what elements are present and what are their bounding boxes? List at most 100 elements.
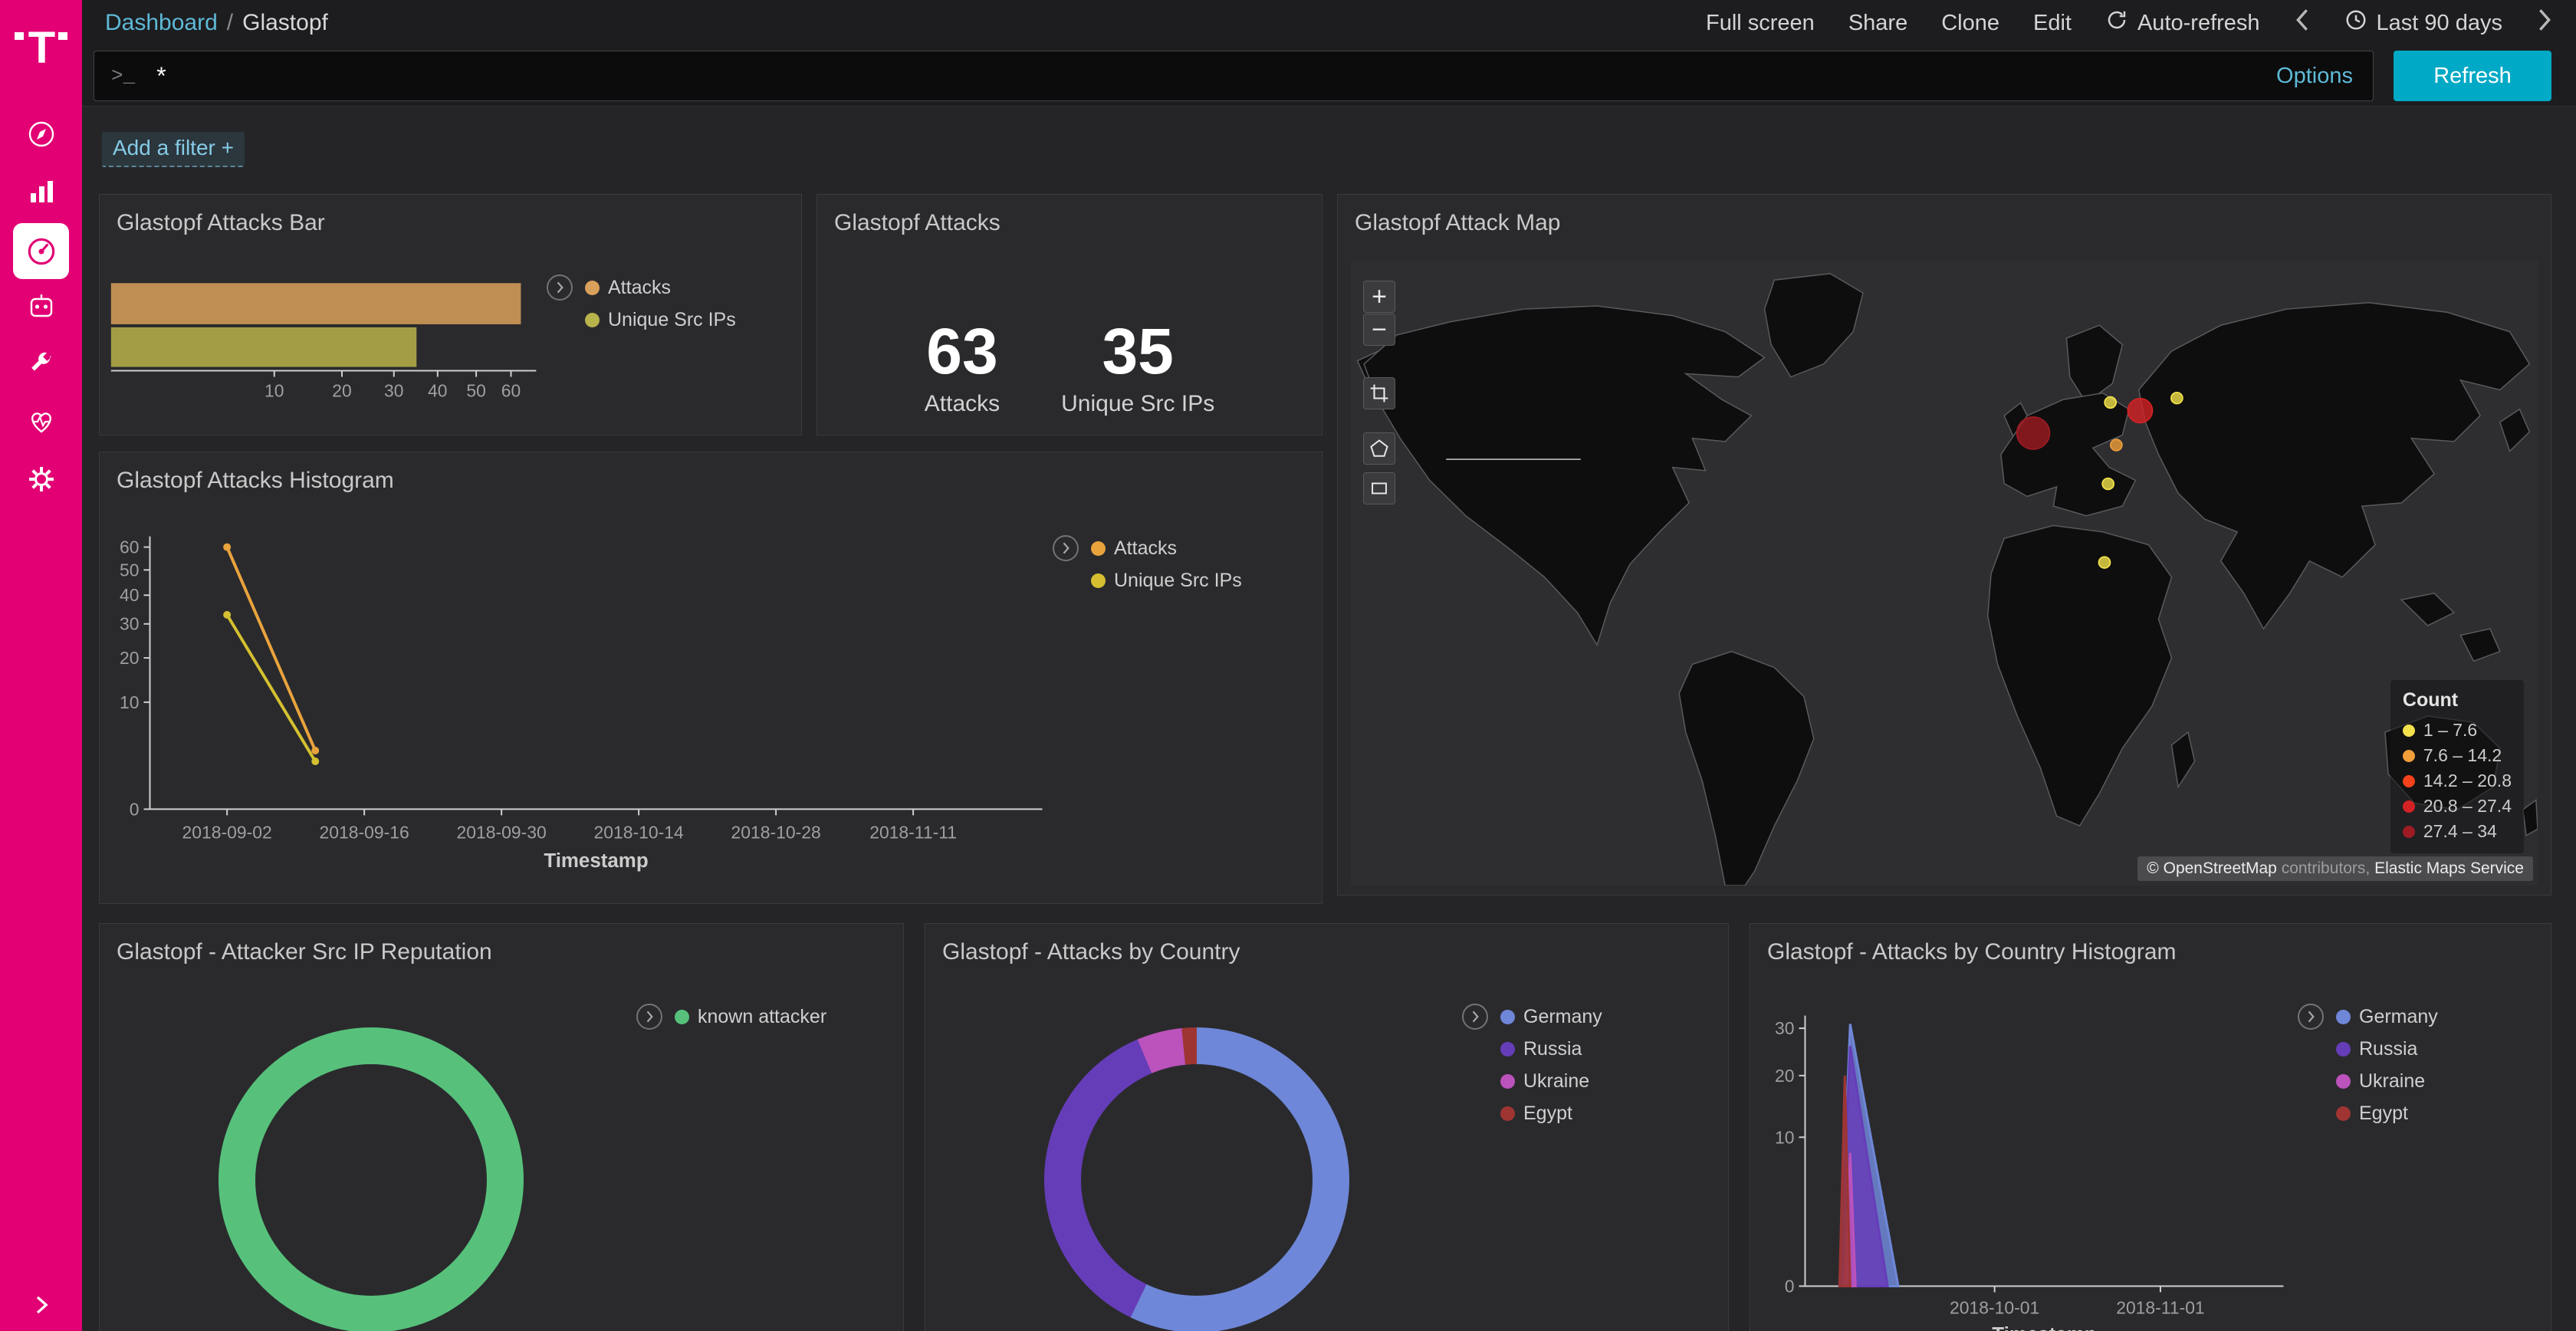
y-tick-label: 20 xyxy=(120,648,139,668)
legend-item[interactable]: Russia xyxy=(2336,1038,2438,1060)
breadcrumb-separator: / xyxy=(227,10,233,36)
legend-toggle-icon[interactable] xyxy=(547,274,573,301)
legend-item[interactable]: Russia xyxy=(1500,1038,1602,1060)
x-tick-label: 2018-11-01 xyxy=(2116,1297,2204,1317)
polygon-icon xyxy=(1369,439,1389,458)
legend-item[interactable]: Attacks xyxy=(585,277,736,299)
panel-title: Glastopf Attacks xyxy=(817,195,1322,236)
legend-toggle-icon[interactable] xyxy=(636,1004,662,1030)
gear-icon xyxy=(25,462,58,500)
add-filter-link[interactable]: Add a filter + xyxy=(102,132,245,167)
x-axis-title: Timestamp xyxy=(1992,1324,2096,1331)
country-donut-chart[interactable] xyxy=(1044,1027,1349,1331)
x-tick-label: 2018-09-16 xyxy=(320,822,409,842)
legend-label: Germany xyxy=(1523,1006,1602,1028)
time-back-button[interactable] xyxy=(2294,7,2311,39)
legend-item[interactable]: Egypt xyxy=(2336,1103,2438,1125)
legend-item[interactable]: Ukraine xyxy=(2336,1070,2438,1093)
refresh-button[interactable]: Refresh xyxy=(2394,51,2551,101)
legend-color-dot xyxy=(2403,800,2415,813)
legend-label: Russia xyxy=(2359,1038,2417,1060)
sidebar-item-visualize[interactable] xyxy=(0,165,82,222)
country-area-chart[interactable]: 01020302018-10-012018-11-01Timestamp xyxy=(1750,924,2551,1331)
legend-item[interactable]: Egypt xyxy=(1500,1103,1602,1125)
sidebar-item-devtools[interactable] xyxy=(0,337,82,395)
map-rectangle-tool-button[interactable] xyxy=(1363,472,1395,504)
legend-item[interactable]: Attacks xyxy=(1091,537,1242,560)
metric-label: Unique Src IPs xyxy=(1061,391,1214,417)
y-tick-label: 60 xyxy=(120,537,139,557)
legend-toggle-icon[interactable] xyxy=(2298,1004,2324,1030)
legend-label: Unique Src IPs xyxy=(608,309,736,331)
query-input[interactable]: >_ * Options xyxy=(94,51,2374,101)
bucket-range-label: 27.4 – 34 xyxy=(2423,819,2497,844)
world-map[interactable]: + − Count 1 – 7.67.6 – 14.214.2 – 20.820… xyxy=(1351,261,2538,886)
chart-legend: Attacks Unique Src IPs xyxy=(547,274,736,331)
compass-icon xyxy=(25,117,58,155)
map-zoom-out-button[interactable]: − xyxy=(1363,314,1395,346)
osm-attribution-link[interactable]: © OpenStreetMap xyxy=(2147,859,2277,877)
auto-refresh-button[interactable]: Auto-refresh xyxy=(2105,8,2260,38)
edit-button[interactable]: Edit xyxy=(2033,11,2072,36)
console-prompt-icon: >_ xyxy=(111,64,135,87)
telekom-logo[interactable]: T xyxy=(15,0,67,107)
legend-color-dot xyxy=(2336,1042,2351,1057)
time-forward-button[interactable] xyxy=(2536,7,2553,39)
share-button[interactable]: Share xyxy=(1848,11,1907,36)
map-crop-button[interactable] xyxy=(1363,377,1395,409)
legend-label: Ukraine xyxy=(2359,1070,2425,1093)
clock-icon xyxy=(2344,8,2367,38)
legend-item[interactable]: Unique Src IPs xyxy=(585,309,736,331)
map-legend-row: 1 – 7.6 xyxy=(2403,718,2512,743)
bucket-range-label: 1 – 7.6 xyxy=(2423,718,2477,743)
panel-attacks-bar: Glastopf Attacks Bar 102030405060 Attack… xyxy=(99,194,802,435)
query-bar: >_ * Options Refresh xyxy=(82,46,2576,107)
map-zoom-in-button[interactable]: + xyxy=(1363,281,1395,313)
legend-toggle-icon[interactable] xyxy=(1462,1004,1488,1030)
sidebar-item-management[interactable] xyxy=(0,452,82,510)
legend-label: Russia xyxy=(1523,1038,1582,1060)
map-attack-point xyxy=(2102,478,2114,490)
legend-color-dot xyxy=(585,281,600,295)
y-tick-label: 30 xyxy=(120,614,139,634)
x-tick-label: 30 xyxy=(384,380,403,400)
legend-item[interactable]: Germany xyxy=(2336,1006,2438,1028)
bucket-range-label: 14.2 – 20.8 xyxy=(2423,768,2512,794)
legend-color-dot xyxy=(585,313,600,327)
x-tick-label: 40 xyxy=(428,380,447,400)
sidebar-item-monitoring[interactable] xyxy=(0,395,82,452)
sidebar-item-dashboard[interactable] xyxy=(0,222,82,280)
attacks-line-chart[interactable]: 01020304050602018-09-022018-09-162018-09… xyxy=(100,452,1322,903)
ems-attribution-link[interactable]: Elastic Maps Service xyxy=(2374,859,2524,877)
reputation-donut-chart[interactable] xyxy=(219,1027,524,1331)
time-range-picker[interactable]: Last 90 days xyxy=(2344,8,2502,38)
clone-button[interactable]: Clone xyxy=(1941,11,1999,36)
fullscreen-button[interactable]: Full screen xyxy=(1706,11,1815,36)
query-options-link[interactable]: Options xyxy=(2276,64,2353,89)
x-tick-label: 2018-09-30 xyxy=(457,822,547,842)
y-tick-label: 40 xyxy=(120,585,139,605)
sidebar-collapse-button[interactable] xyxy=(0,1293,82,1320)
map-legend-title: Count xyxy=(2403,689,2512,712)
map-polygon-tool-button[interactable] xyxy=(1363,432,1395,465)
legend-item[interactable]: known attacker xyxy=(675,1006,826,1028)
map-attack-point xyxy=(2098,557,2110,568)
x-axis-title: Timestamp xyxy=(544,850,648,872)
logo-dash-right xyxy=(58,32,67,40)
sidebar-item-timelion[interactable] xyxy=(0,280,82,337)
chevron-right-icon xyxy=(30,1293,53,1320)
legend-item[interactable]: Germany xyxy=(1500,1006,1602,1028)
bar-Attacks xyxy=(111,283,521,324)
map-attack-point xyxy=(2104,397,2116,409)
map-legend-rows: 1 – 7.67.6 – 14.214.2 – 20.820.8 – 27.42… xyxy=(2403,718,2512,844)
breadcrumb-dashboard-link[interactable]: Dashboard xyxy=(105,10,218,36)
metric-value: 63 xyxy=(925,319,1000,383)
legend-color-dot xyxy=(2336,1010,2351,1024)
legend-item[interactable]: Unique Src IPs xyxy=(1091,570,1242,592)
line-series-Unique Src IPs xyxy=(227,615,315,761)
legend-item[interactable]: Ukraine xyxy=(1500,1070,1602,1093)
sidebar-item-discover[interactable] xyxy=(0,107,82,165)
legend-color-dot xyxy=(675,1010,689,1024)
legend-toggle-icon[interactable] xyxy=(1053,535,1079,561)
map-attack-point xyxy=(2171,393,2183,404)
